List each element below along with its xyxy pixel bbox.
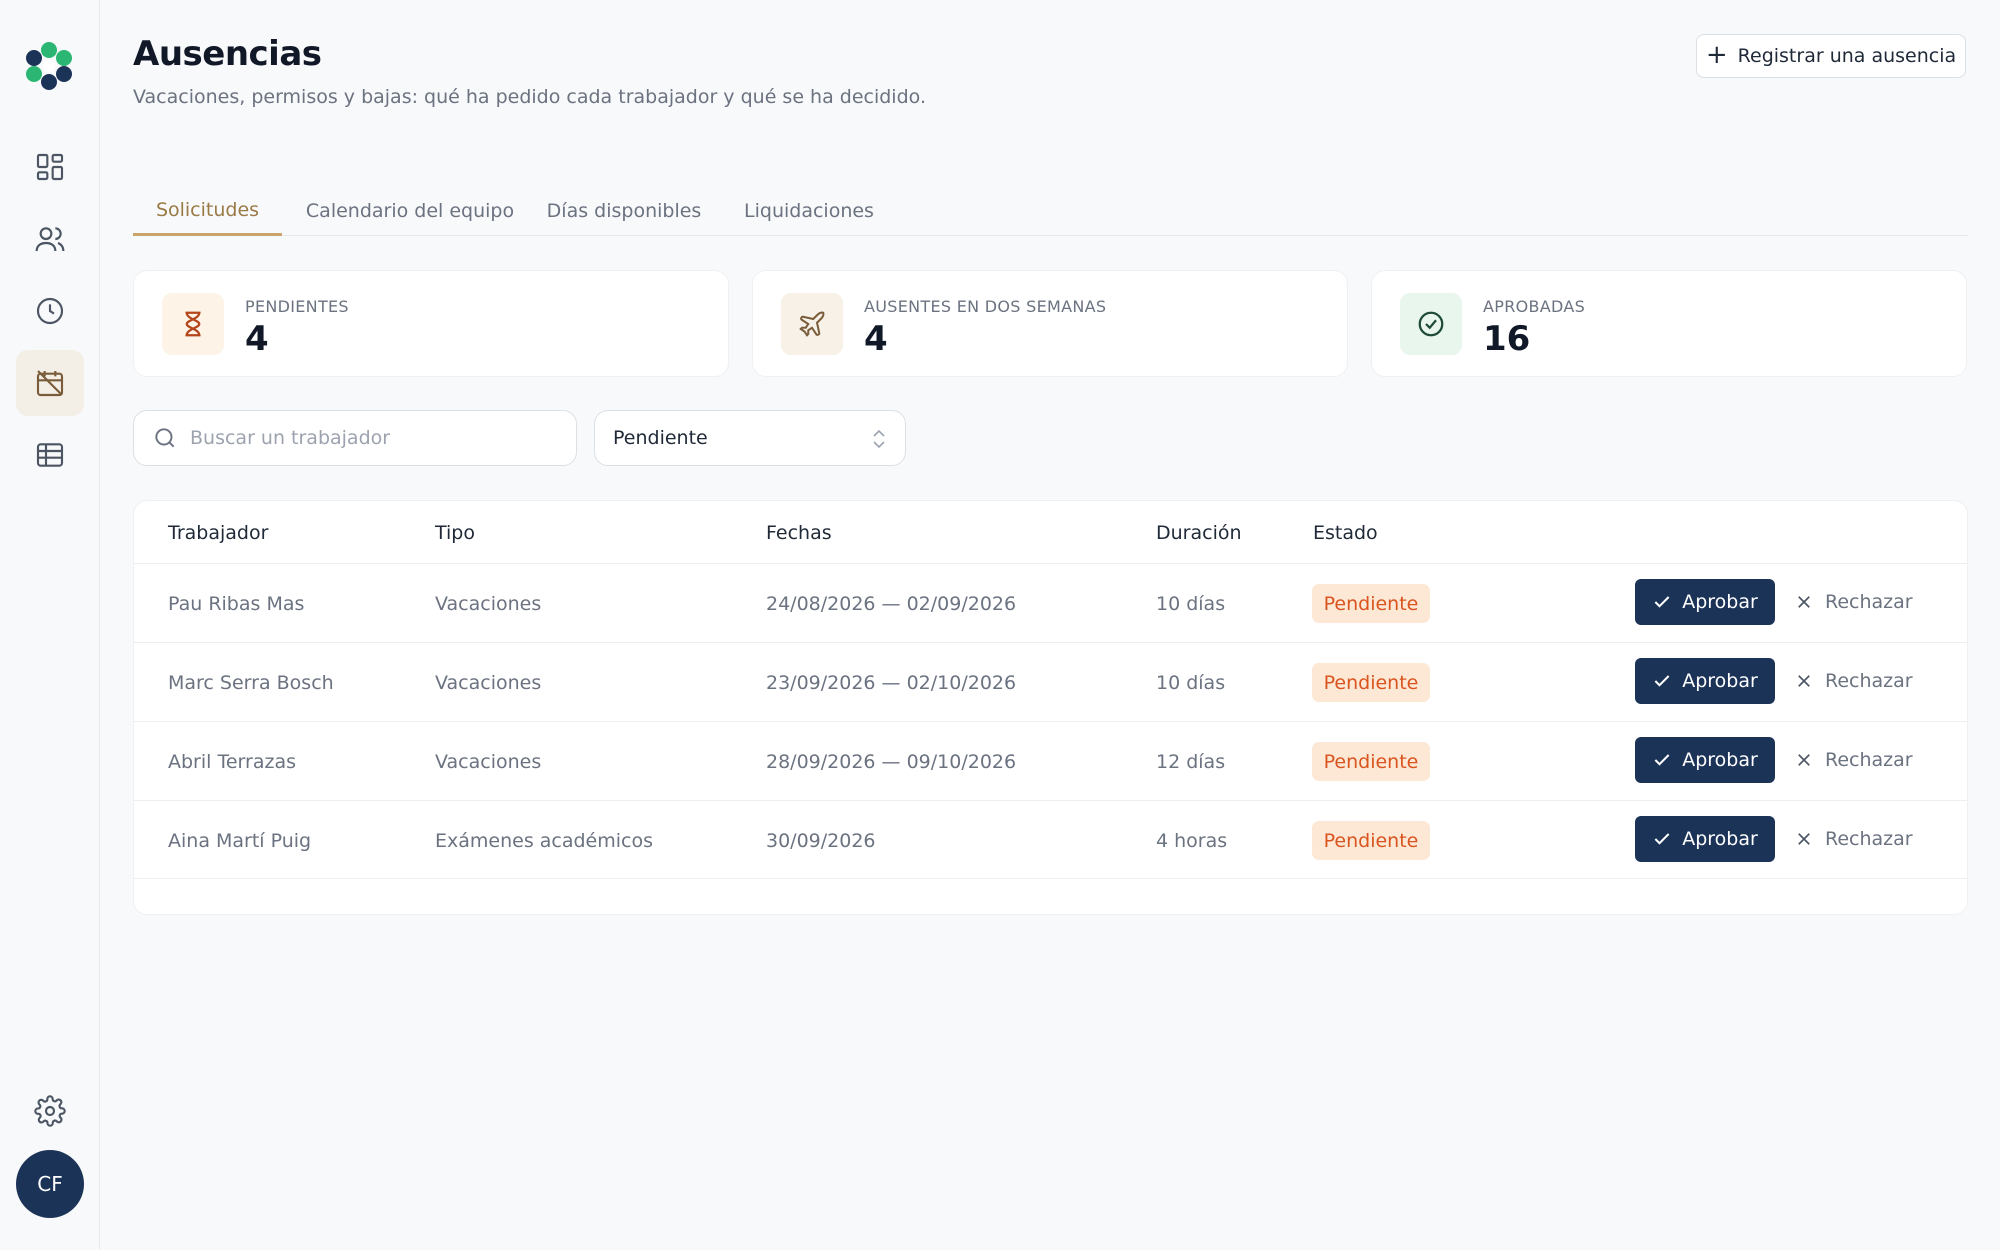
plane-icon xyxy=(781,293,843,355)
stat-card-approved: APROBADAS 16 xyxy=(1371,270,1967,377)
check-icon xyxy=(1654,596,1670,608)
table-row: Marc Serra Bosch Vacaciones 23/09/2026 —… xyxy=(134,642,1967,721)
cell-duration: 12 días xyxy=(1156,750,1226,773)
status-badge: Pendiente xyxy=(1312,821,1430,860)
stat-card-pending: PENDIENTES 4 xyxy=(133,270,729,377)
stat-label: APROBADAS xyxy=(1483,297,1586,316)
hourglass-icon xyxy=(162,293,224,355)
cell-worker: Pau Ribas Mas xyxy=(168,592,305,615)
table-row: Aina Martí Puig Exámenes académicos 30/0… xyxy=(134,800,1967,879)
chevron-updown-icon xyxy=(873,429,885,449)
cell-worker: Aina Martí Puig xyxy=(168,829,312,852)
status-badge: Pendiente xyxy=(1312,663,1430,702)
approve-button[interactable]: Aprobar xyxy=(1635,579,1775,625)
stat-label: PENDIENTES xyxy=(245,297,349,316)
calendar-off-icon xyxy=(36,370,64,397)
nav-users[interactable] xyxy=(16,206,84,272)
dashboard-icon xyxy=(36,153,64,181)
approve-label: Aprobar xyxy=(1682,749,1758,771)
stat-value: 4 xyxy=(245,319,269,359)
nav-reports[interactable] xyxy=(16,422,84,488)
stat-card-absent: AUSENTES EN DOS SEMANAS 4 xyxy=(752,270,1348,377)
column-header-type[interactable]: Tipo xyxy=(435,522,475,544)
column-header-dates[interactable]: Fechas xyxy=(766,522,832,544)
cell-dates: 28/09/2026 — 09/10/2026 xyxy=(766,750,1017,773)
approve-label: Aprobar xyxy=(1682,591,1758,613)
check-icon xyxy=(1654,675,1670,687)
cell-duration: 4 horas xyxy=(1156,829,1228,852)
sidebar: CF xyxy=(0,0,100,1250)
column-header-status[interactable]: Estado xyxy=(1313,522,1378,544)
cell-type: Exámenes académicos xyxy=(435,829,653,852)
close-icon xyxy=(1798,754,1810,766)
tab-liquidaciones[interactable]: Liquidaciones xyxy=(738,186,880,236)
nav-dashboard[interactable] xyxy=(16,134,84,200)
approve-label: Aprobar xyxy=(1682,670,1758,692)
tabs: Solicitudes Calendario del equipo Días d… xyxy=(133,186,1968,236)
cell-type: Vacaciones xyxy=(435,671,542,694)
approve-button[interactable]: Aprobar xyxy=(1635,737,1775,783)
clock-icon xyxy=(36,297,64,325)
table-icon xyxy=(36,443,64,467)
plus-icon: + xyxy=(1705,39,1728,70)
search-input[interactable] xyxy=(190,427,550,449)
stat-value: 4 xyxy=(864,319,888,359)
table-row: Abril Terrazas Vacaciones 28/09/2026 — 0… xyxy=(134,721,1967,800)
gear-icon xyxy=(34,1095,66,1127)
status-badge: Pendiente xyxy=(1312,584,1430,623)
cell-type: Vacaciones xyxy=(435,592,542,615)
cell-dates: 30/09/2026 xyxy=(766,829,876,852)
reject-label: Rechazar xyxy=(1825,670,1913,692)
page-title: Ausencias xyxy=(133,34,322,74)
stat-label: AUSENTES EN DOS SEMANAS xyxy=(864,297,1107,316)
reject-label: Rechazar xyxy=(1825,591,1913,613)
page-subtitle: Vacaciones, permisos y bajas: qué ha ped… xyxy=(133,86,926,108)
close-icon xyxy=(1798,596,1810,608)
column-header-worker[interactable]: Trabajador xyxy=(168,522,268,544)
cell-dates: 23/09/2026 — 02/10/2026 xyxy=(766,671,1017,694)
close-icon xyxy=(1798,833,1810,845)
reject-button[interactable]: Rechazar xyxy=(1795,816,1925,862)
reject-label: Rechazar xyxy=(1825,749,1913,771)
nav-settings[interactable] xyxy=(16,1078,84,1144)
search-field[interactable] xyxy=(133,410,577,466)
close-icon xyxy=(1798,675,1810,687)
nav-absences[interactable] xyxy=(16,350,84,416)
search-icon xyxy=(155,428,175,448)
approve-label: Aprobar xyxy=(1682,828,1758,850)
table-row: Pau Ribas Mas Vacaciones 24/08/2026 — 02… xyxy=(134,563,1967,642)
check-circle-icon xyxy=(1400,293,1462,355)
status-select[interactable]: Pendiente xyxy=(594,410,906,466)
cell-worker: Marc Serra Bosch xyxy=(168,671,334,694)
register-absence-label: Registrar una ausencia xyxy=(1737,45,1957,67)
approve-button[interactable]: Aprobar xyxy=(1635,658,1775,704)
stat-value: 16 xyxy=(1483,319,1531,359)
check-icon xyxy=(1654,833,1670,845)
status-select-value: Pendiente xyxy=(613,427,708,449)
reject-button[interactable]: Rechazar xyxy=(1795,737,1925,783)
reject-button[interactable]: Rechazar xyxy=(1795,658,1925,704)
cell-dates: 24/08/2026 — 02/09/2026 xyxy=(766,592,1017,615)
tab-calendario[interactable]: Calendario del equipo xyxy=(306,186,514,236)
nav-time[interactable] xyxy=(16,278,84,344)
tab-dias-disponibles[interactable]: Días disponibles xyxy=(541,186,707,236)
approve-button[interactable]: Aprobar xyxy=(1635,816,1775,862)
user-avatar[interactable]: CF xyxy=(16,1150,84,1218)
column-header-duration[interactable]: Duración xyxy=(1156,522,1242,544)
reject-label: Rechazar xyxy=(1825,828,1913,850)
tab-solicitudes[interactable]: Solicitudes xyxy=(133,186,282,236)
logo-icon[interactable] xyxy=(24,40,74,92)
reject-button[interactable]: Rechazar xyxy=(1795,579,1925,625)
status-badge: Pendiente xyxy=(1312,742,1430,781)
cell-duration: 10 días xyxy=(1156,592,1226,615)
register-absence-button[interactable]: + Registrar una ausencia xyxy=(1696,34,1966,78)
check-icon xyxy=(1654,754,1670,766)
users-icon xyxy=(35,227,65,252)
cell-worker: Abril Terrazas xyxy=(168,750,296,773)
cell-duration: 10 días xyxy=(1156,671,1226,694)
cell-type: Vacaciones xyxy=(435,750,542,773)
